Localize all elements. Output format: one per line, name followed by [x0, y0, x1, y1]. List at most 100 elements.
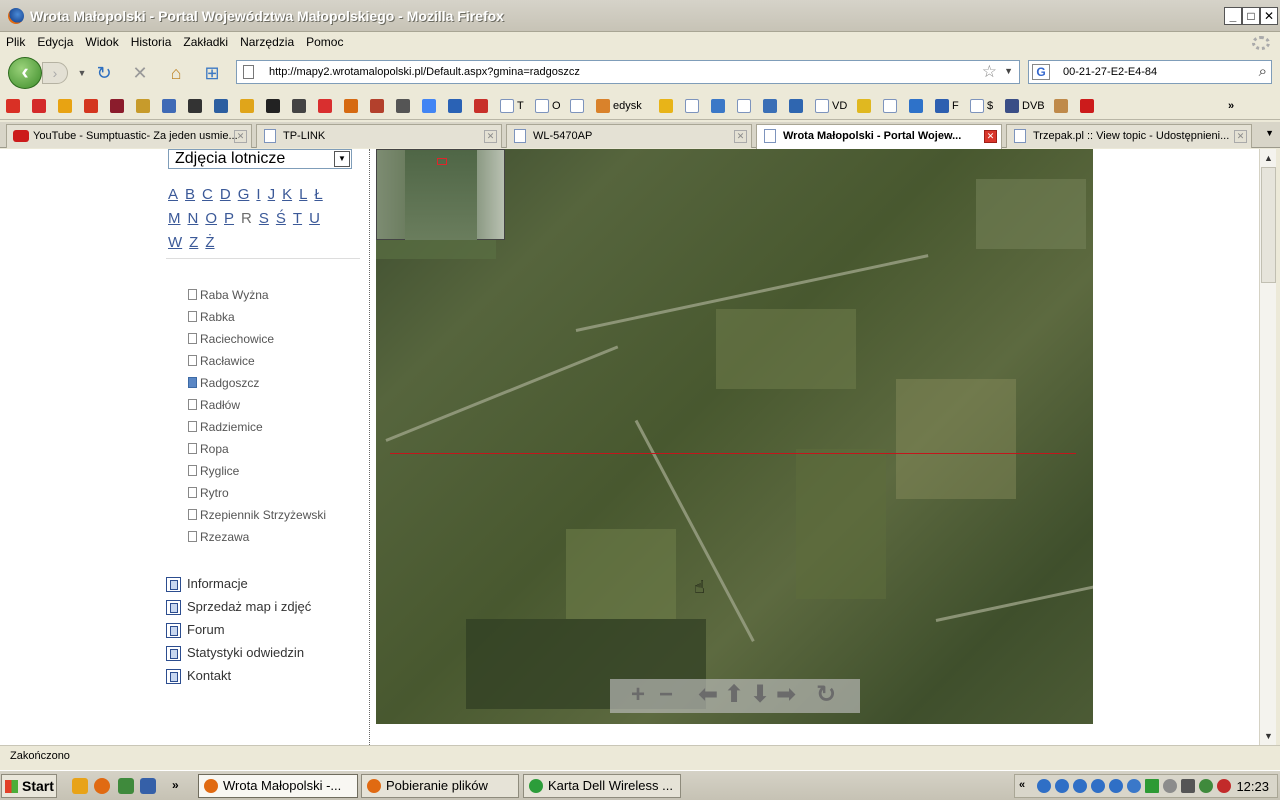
letter-link[interactable]: K	[282, 186, 292, 203]
gmina-item[interactable]: Rzepiennik Strzyżewski	[188, 508, 358, 530]
side-link[interactable]: Sprzedaż map i zdjęć	[166, 600, 366, 623]
bookmark-item[interactable]	[396, 98, 410, 114]
firefox-icon[interactable]	[94, 778, 110, 794]
url-dropdown-icon[interactable]: ▼	[1004, 66, 1013, 76]
bookmark-star-icon[interactable]: ☆	[982, 62, 997, 82]
zoom-in-button[interactable]: +	[626, 682, 650, 708]
letter-link[interactable]: Ś	[276, 210, 286, 227]
bookmark-item[interactable]	[240, 98, 254, 114]
vertical-scrollbar[interactable]: ▲ ▼	[1259, 149, 1276, 745]
gmina-item[interactable]: Radziemice	[188, 420, 358, 442]
bookmark-item[interactable]	[711, 98, 725, 114]
letter-link[interactable]: S	[259, 210, 269, 227]
letter-link[interactable]: Z	[189, 234, 198, 251]
maximize-button[interactable]: □	[1242, 7, 1260, 25]
menu-item[interactable]: Plik	[0, 32, 31, 49]
gmina-item[interactable]: Raciechowice	[188, 332, 358, 354]
network-icon[interactable]	[1037, 779, 1051, 793]
side-link[interactable]: Statystyki odwiedzin	[166, 646, 366, 669]
tab[interactable]: YouTube - Sumptuastic- Za jeden usmie...…	[6, 124, 252, 148]
bookmark-item[interactable]	[58, 98, 72, 114]
address-bar[interactable]: http://mapy2.wrotamalopolski.pl/Default.…	[236, 60, 1020, 84]
bookmark-item[interactable]	[370, 98, 384, 114]
tray-collapse-icon[interactable]: «	[1019, 779, 1033, 793]
network-icon[interactable]	[1073, 779, 1087, 793]
menu-item[interactable]: Zakładki	[177, 32, 234, 49]
menu-item[interactable]: Edycja	[31, 32, 79, 49]
app-icon[interactable]	[118, 778, 134, 794]
bookmark-item[interactable]	[789, 98, 803, 114]
tab-close-icon[interactable]: ✕	[234, 130, 247, 143]
pan-left-button[interactable]: ⬅	[696, 682, 720, 708]
bookmark-item[interactable]	[6, 98, 20, 114]
network-icon[interactable]	[1055, 779, 1069, 793]
search-bar[interactable]: G 00-21-27-E2-E4-84 ⌕	[1028, 60, 1272, 84]
letter-link[interactable]: Ł	[314, 186, 322, 203]
tab[interactable]: Wrota Małopolski - Portal Wojew... ✕	[756, 124, 1002, 149]
bookmark-item[interactable]	[474, 98, 488, 114]
bookmark-item[interactable]	[162, 98, 176, 114]
bookmark-item[interactable]	[84, 98, 98, 114]
monitor-icon[interactable]	[1127, 779, 1141, 793]
taskbar-button[interactable]: Pobieranie plików	[361, 774, 519, 798]
bookmark-item[interactable]	[136, 98, 150, 114]
gmina-item[interactable]: Radłów	[188, 398, 358, 420]
bookmark-item[interactable]: F	[935, 98, 959, 114]
gmina-item[interactable]: Rytro	[188, 486, 358, 508]
bookmark-item[interactable]: T	[500, 98, 524, 114]
bookmark-item[interactable]	[292, 98, 306, 114]
letter-link[interactable]: J	[268, 186, 276, 203]
list-all-tabs-icon[interactable]: ▼	[1265, 128, 1274, 138]
sun-icon[interactable]	[72, 778, 88, 794]
quicklaunch-overflow-icon[interactable]: »	[172, 778, 188, 794]
network-icon[interactable]	[1109, 779, 1123, 793]
zoom-out-button[interactable]: −	[654, 682, 678, 708]
bookmark-item[interactable]	[266, 98, 280, 114]
network-icon[interactable]	[1091, 779, 1105, 793]
bookmark-item[interactable]	[857, 98, 871, 114]
bookmark-item[interactable]	[214, 98, 228, 114]
letter-link[interactable]: A	[168, 186, 178, 203]
letter-link[interactable]: B	[185, 186, 195, 203]
taskbar-button[interactable]: Wrota Małopolski -...	[198, 774, 358, 798]
menu-item[interactable]: Pomoc	[300, 32, 349, 49]
letter-link[interactable]: C	[202, 186, 213, 203]
gmina-item[interactable]: Rabka	[188, 310, 358, 332]
bookmark-item[interactable]	[737, 98, 751, 114]
side-link[interactable]: Forum	[166, 623, 366, 646]
stop-icon[interactable]: ✕	[130, 63, 150, 83]
reload-icon[interactable]: ↻	[94, 63, 114, 83]
title-bar[interactable]: Wrota Małopolski - Portal Województwa Ma…	[0, 0, 1280, 32]
signal-icon[interactable]	[1145, 779, 1159, 793]
window-icon[interactable]	[140, 778, 156, 794]
gmina-item[interactable]: Rzezawa	[188, 530, 358, 552]
tab[interactable]: TP-LINK ✕	[256, 124, 502, 148]
bookmark-item[interactable]	[570, 98, 584, 114]
bookmark-item[interactable]	[318, 98, 332, 114]
tab-close-icon[interactable]: ✕	[734, 130, 747, 143]
side-link[interactable]: Kontakt	[166, 669, 366, 692]
letter-link[interactable]: O	[205, 210, 217, 227]
home-icon[interactable]: ⌂	[166, 63, 186, 83]
bookmark-item[interactable]	[32, 98, 46, 114]
search-icon[interactable]: ⌕	[1259, 63, 1267, 80]
bookmark-item[interactable]	[763, 98, 777, 114]
menu-item[interactable]: Historia	[125, 32, 178, 49]
bookmark-item[interactable]	[883, 98, 897, 114]
bookmark-item[interactable]	[909, 98, 923, 114]
letter-link[interactable]: U	[309, 210, 320, 227]
letter-link[interactable]: M	[168, 210, 181, 227]
scroll-down-icon[interactable]: ▼	[1261, 728, 1276, 744]
tab-close-icon[interactable]: ✕	[1234, 130, 1247, 143]
minimize-button[interactable]: _	[1224, 7, 1242, 25]
bookmark-item[interactable]	[685, 98, 699, 114]
letter-link[interactable]: W	[168, 234, 182, 251]
bookmark-item[interactable]	[659, 98, 673, 114]
gmina-item[interactable]: Radgoszcz	[188, 376, 358, 398]
bookmark-item[interactable]	[344, 98, 358, 114]
taskbar-button[interactable]: Karta Dell Wireless ...	[523, 774, 681, 798]
tab[interactable]: WL-5470AP ✕	[506, 124, 752, 148]
google-icon[interactable]: G	[1032, 64, 1050, 80]
scroll-up-icon[interactable]: ▲	[1261, 150, 1276, 166]
share-icon[interactable]	[1199, 779, 1213, 793]
